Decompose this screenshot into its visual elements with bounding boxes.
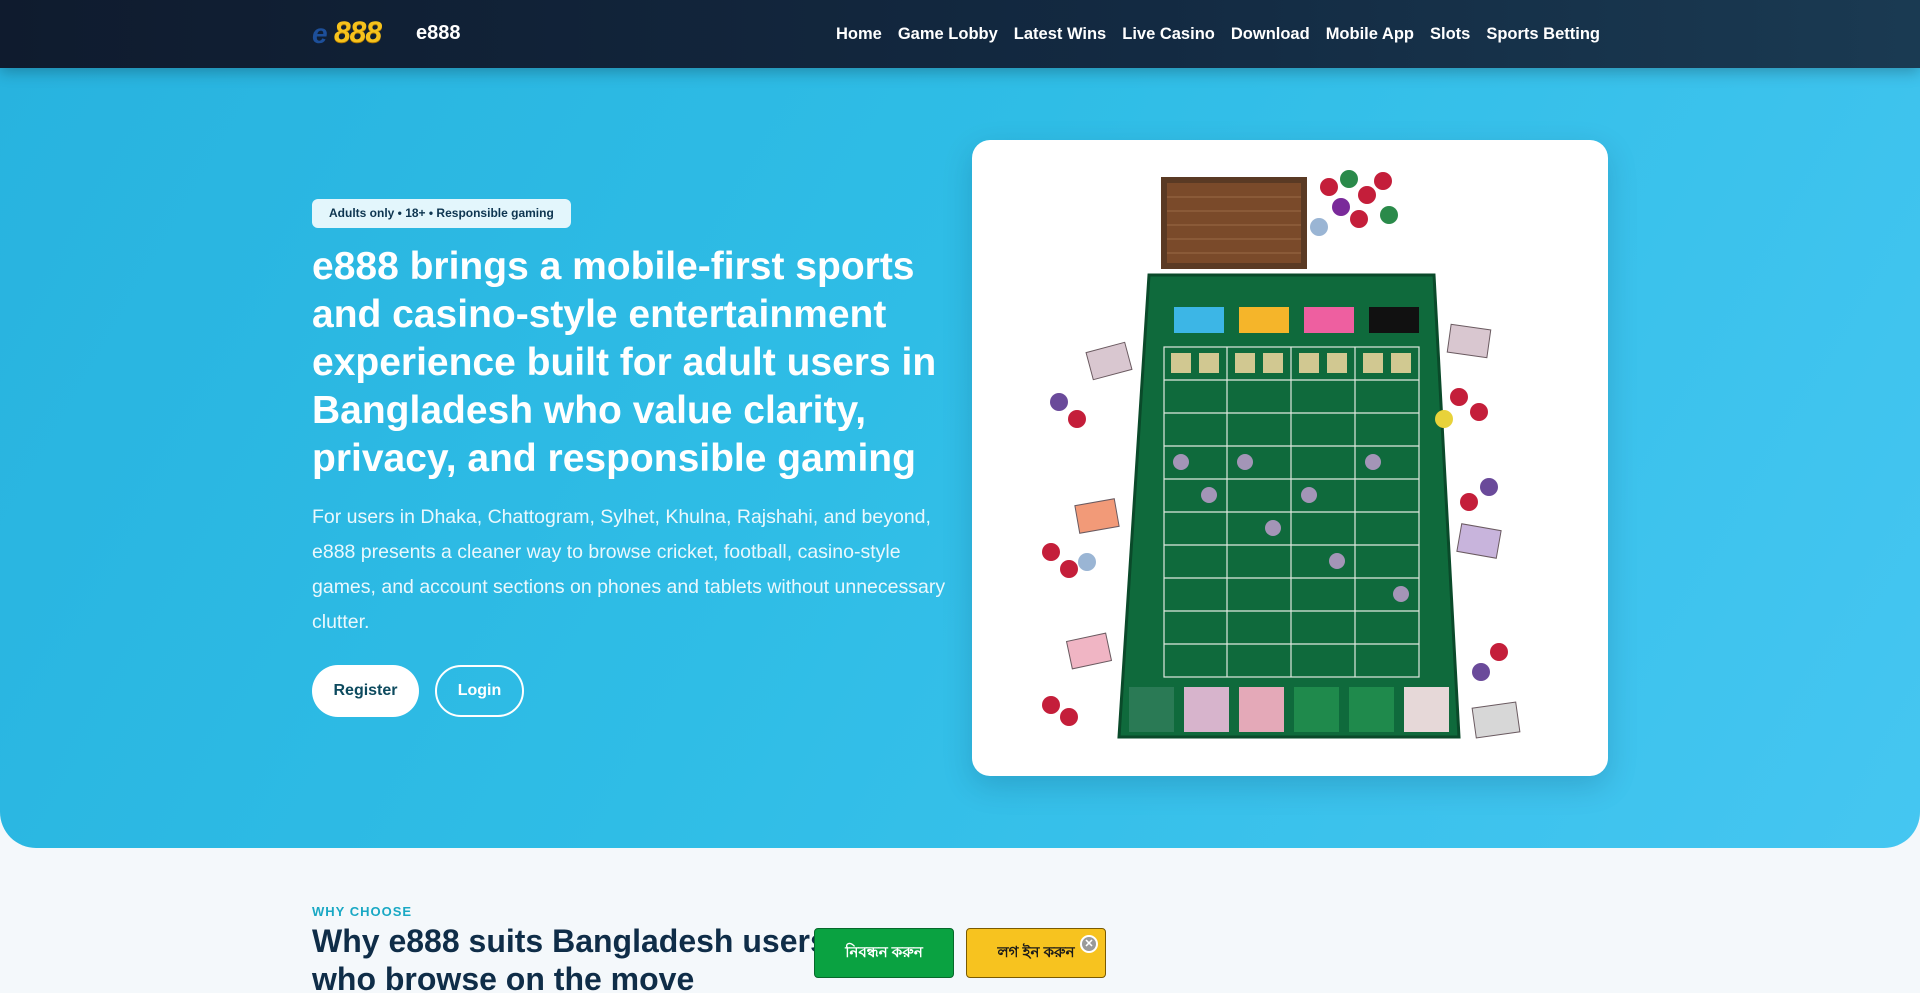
betting-board-illustration (989, 157, 1591, 759)
nav-game-lobby[interactable]: Game Lobby (898, 25, 998, 44)
brand-logo: e 888 (312, 16, 404, 50)
top-navigation-bar: e 888 e888 Home Game Lobby Latest Wins L… (0, 0, 1920, 68)
main-nav: Home Game Lobby Latest Wins Live Casino … (836, 0, 1600, 68)
hero-image-card (972, 140, 1608, 776)
logo-letter: e (312, 18, 328, 49)
age-badge: Adults only • 18+ • Responsible gaming (312, 199, 571, 228)
logo-number: 888 (334, 16, 382, 49)
brand-home-link[interactable]: e 888 e888 (312, 16, 461, 50)
nav-live-casino[interactable]: Live Casino (1122, 25, 1215, 44)
nav-sports-betting[interactable]: Sports Betting (1486, 25, 1600, 44)
close-icon[interactable]: ✕ (1080, 935, 1098, 953)
nav-download[interactable]: Download (1231, 25, 1310, 44)
hero-subtitle: For users in Dhaka, Chattogram, Sylhet, … (312, 506, 946, 633)
section-title: Why e888 suits Bangladesh users who brow… (312, 923, 828, 993)
hero-title: e888 brings a mobile-first sports and ca… (312, 245, 937, 480)
section-kicker: WHY CHOOSE (312, 904, 413, 919)
nav-slots[interactable]: Slots (1430, 25, 1470, 44)
nav-mobile-app[interactable]: Mobile App (1326, 25, 1414, 44)
register-button[interactable]: Register (312, 665, 419, 717)
login-button[interactable]: Login (435, 665, 524, 717)
sticky-register-button[interactable]: নিবন্ধন করুন (814, 928, 954, 978)
hero-section: Adults only • 18+ • Responsible gaming e… (0, 68, 1920, 848)
nav-home[interactable]: Home (836, 25, 882, 44)
brand-name: e888 (416, 21, 461, 44)
nav-latest-wins[interactable]: Latest Wins (1014, 25, 1106, 44)
